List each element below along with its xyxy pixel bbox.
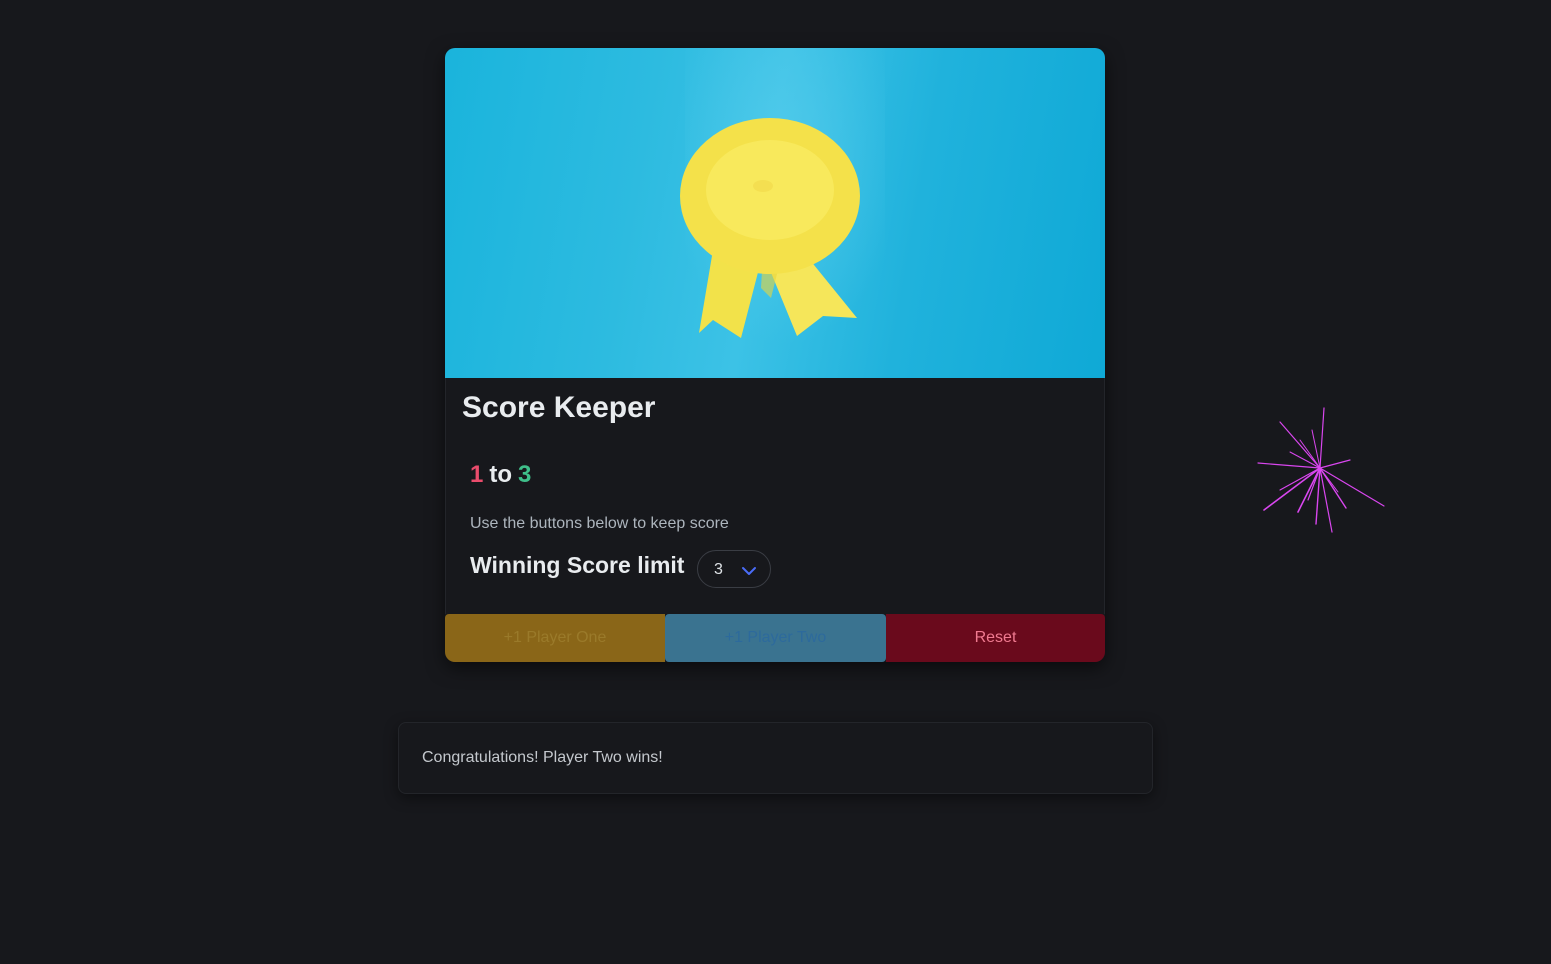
button-row: +1 Player One +1 Player Two Reset xyxy=(445,614,1105,662)
score-display: 1 to 3 xyxy=(470,460,531,490)
chevron-down-icon xyxy=(741,564,757,582)
page-title: Score Keeper xyxy=(462,391,656,424)
player-two-score: 3 xyxy=(518,461,532,488)
winning-score-label: Winning Score limit xyxy=(470,552,685,578)
player-one-button[interactable]: +1 Player One xyxy=(445,614,665,662)
winning-score-select[interactable]: 3 xyxy=(697,550,771,588)
card-body: Score Keeper 1 to 3 Use the buttons below … xyxy=(445,378,1105,614)
score-keeper-card: Score Keeper 1 to 3 Use the buttons below … xyxy=(445,48,1105,662)
help-text: Use the buttons below to keep score xyxy=(470,515,729,532)
winning-score-selected-value: 3 xyxy=(714,561,723,578)
award-ribbon-image xyxy=(445,48,1105,378)
reset-button[interactable]: Reset xyxy=(886,614,1105,662)
firework-burst xyxy=(1250,400,1390,545)
winner-message-box: Congratulations! Player Two wins! xyxy=(398,722,1153,794)
player-one-score: 1 xyxy=(470,461,484,488)
ribbon-illustration xyxy=(680,48,885,378)
player-two-button[interactable]: +1 Player Two xyxy=(665,614,886,662)
winner-message: Congratulations! Player Two wins! xyxy=(422,749,663,766)
score-separator: to xyxy=(489,461,513,488)
